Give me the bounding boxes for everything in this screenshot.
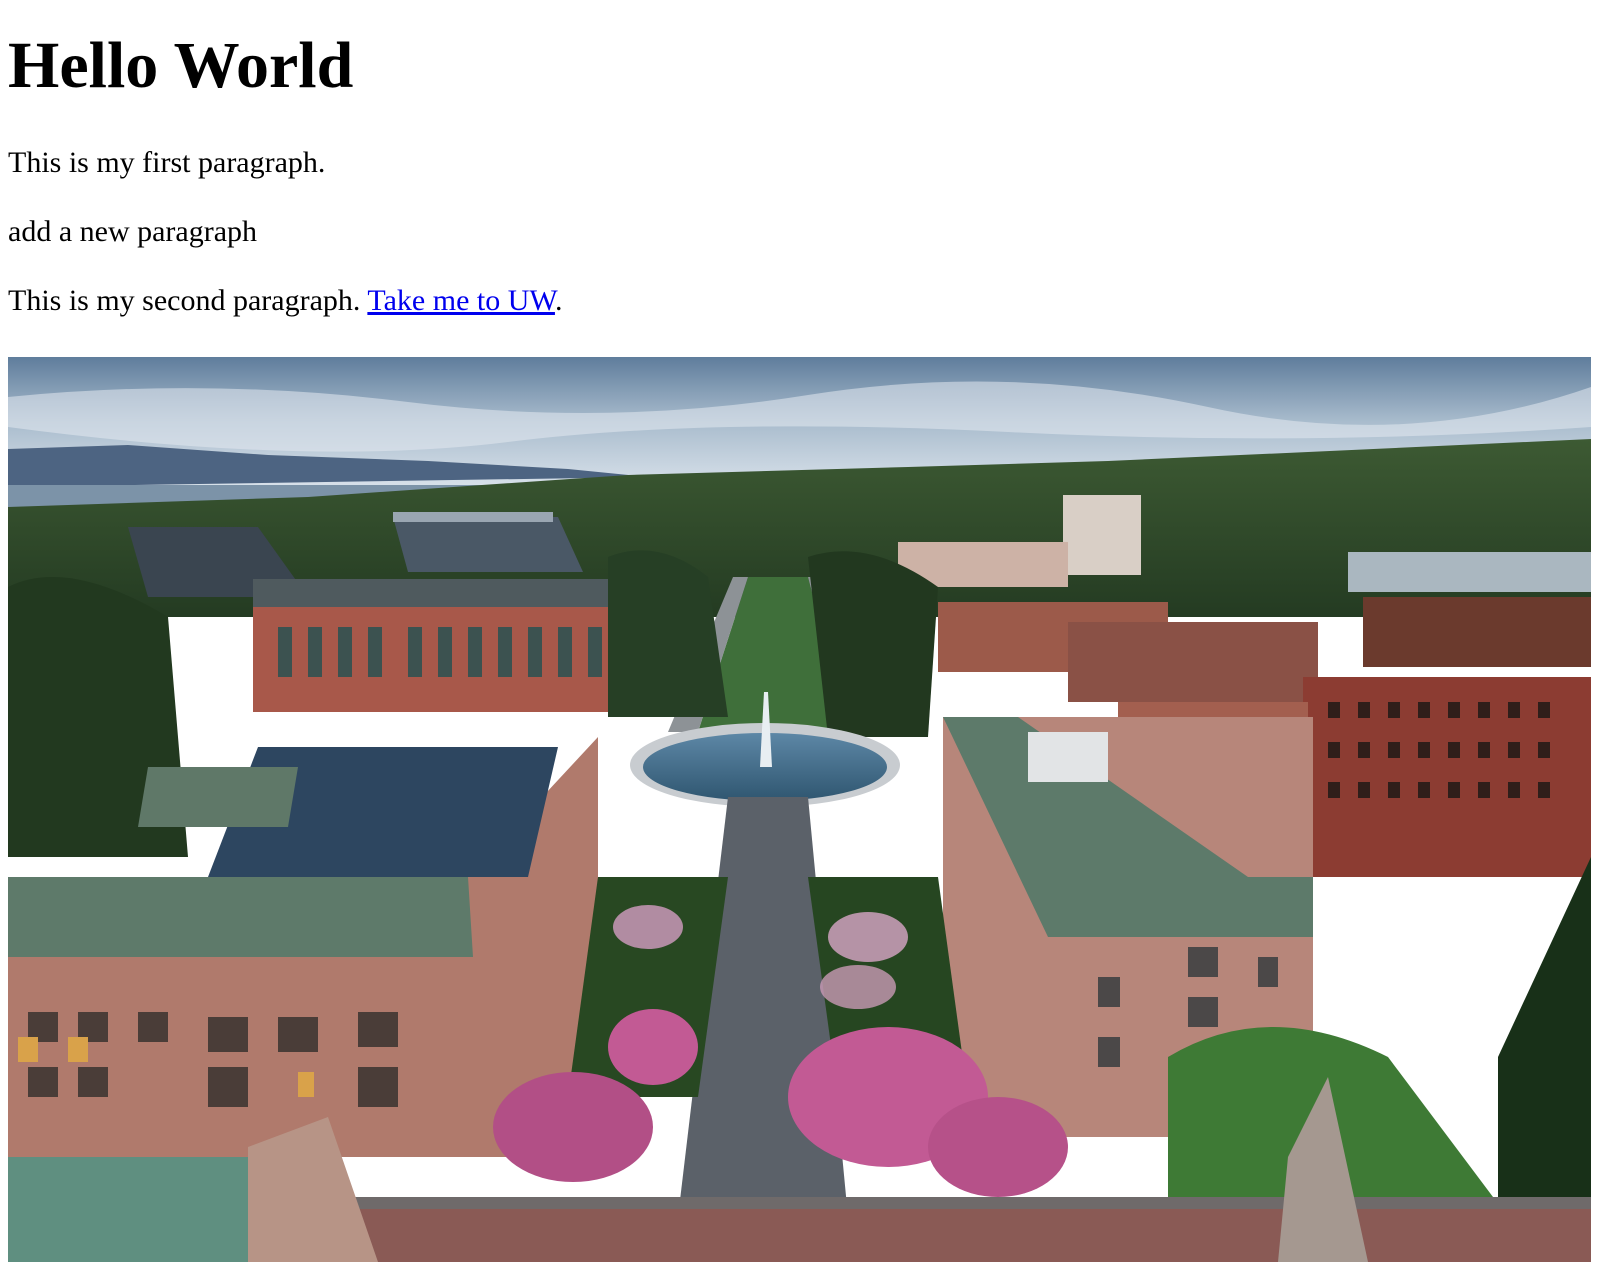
right-building-far — [1363, 597, 1591, 667]
library-roof — [253, 579, 623, 607]
third-paragraph-period: . — [554, 284, 563, 317]
blossom-tree — [820, 965, 896, 1009]
right-building-mid — [1068, 622, 1318, 702]
left-hall-roof — [8, 877, 473, 957]
tree-cluster-center-right — [808, 551, 938, 737]
foreground-roof-left — [8, 1157, 268, 1262]
rooftop-equipment — [1028, 732, 1108, 782]
blossom-tree — [493, 1072, 653, 1182]
page-heading: Hello World — [8, 29, 354, 102]
third-paragraph-text: This is my second paragraph. — [8, 284, 368, 317]
uw-link[interactable]: Take me to UW — [367, 284, 555, 317]
blossom-tree — [928, 1097, 1068, 1197]
third-paragraph: This is my second paragraph. Take me to … — [8, 283, 562, 319]
parking-structure — [1348, 552, 1591, 592]
blossom-tree — [608, 1009, 698, 1085]
page-body: Hello World This is my first paragraph. … — [0, 0, 1614, 1276]
campus-photo — [8, 357, 1591, 1262]
blossom-tree — [828, 912, 908, 962]
left-green-roof — [138, 767, 298, 827]
blossom-tree — [613, 905, 683, 949]
stadium-roof — [393, 512, 553, 522]
tall-tower — [1063, 495, 1141, 575]
second-paragraph: add a new paragraph — [8, 215, 258, 248]
first-paragraph: This is my first paragraph. — [8, 146, 326, 179]
stadium-right — [393, 517, 583, 572]
